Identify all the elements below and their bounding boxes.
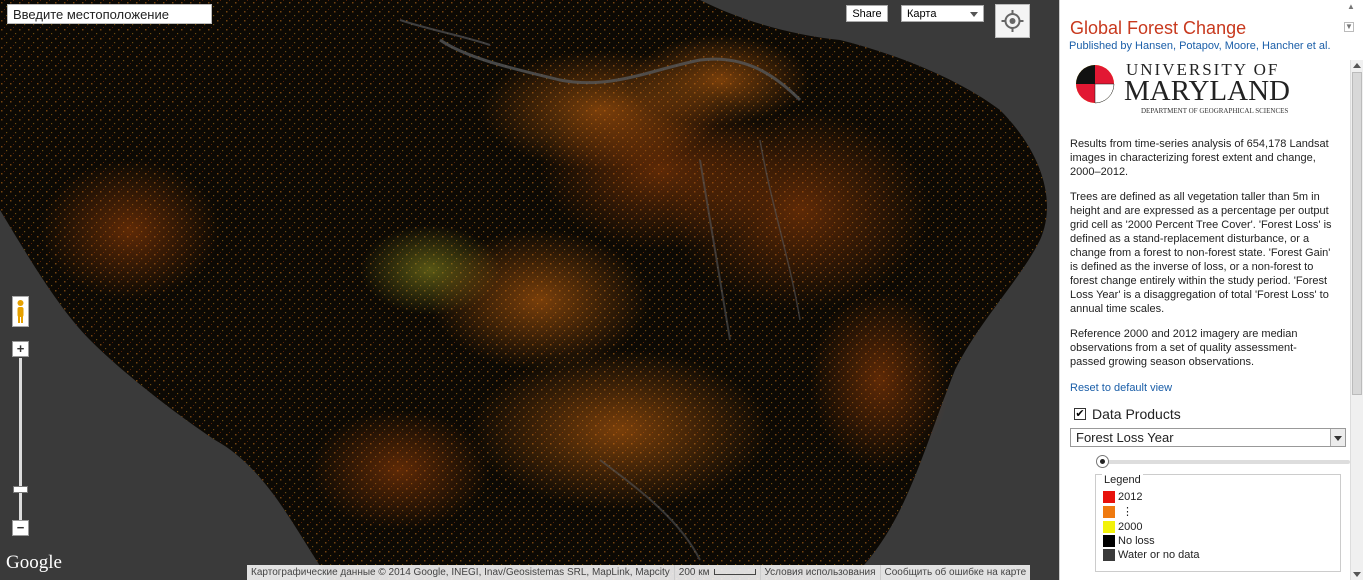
street-view-pegman[interactable] <box>12 296 29 327</box>
data-product-value: Forest Loss Year <box>1076 430 1174 445</box>
legend-label: 2012 <box>1118 491 1143 503</box>
description-paragraph: Results from time-series analysis of 654… <box>1070 138 1329 178</box>
legend-item: 2000 <box>1103 520 1142 534</box>
terms-link[interactable]: Условия использования <box>761 565 881 580</box>
data-product-select[interactable]: Forest Loss Year <box>1070 428 1346 447</box>
panel-title: Global Forest Change <box>1070 18 1247 38</box>
zoom-in-button[interactable]: + <box>12 341 29 357</box>
legend-title: Legend <box>1102 474 1143 486</box>
loss-region <box>810 290 950 470</box>
legend-item: Water or no data <box>1103 548 1200 562</box>
description-paragraph: Reference 2000 and 2012 imagery are medi… <box>1070 328 1298 368</box>
legend-item: 2012 <box>1103 490 1142 504</box>
data-products-label: Data Products <box>1092 406 1181 422</box>
legend-item: ⋮ <box>1103 505 1133 519</box>
legend-swatch <box>1103 521 1115 533</box>
zoom-slider-track[interactable] <box>19 358 22 520</box>
loss-region <box>470 350 770 510</box>
scale-bar <box>713 569 756 576</box>
loss-region <box>310 410 490 530</box>
legend-swatch <box>1103 506 1115 518</box>
locate-button[interactable] <box>995 4 1030 38</box>
map-attribution: Картографические данные © 2014 Google, I… <box>247 565 1031 580</box>
location-search-input[interactable]: Введите местоположение <box>7 4 212 24</box>
university-logo[interactable]: UNIVERSITY OF MARYLAND DEPARTMENT OF GEO… <box>1074 60 1324 118</box>
legend-label: 2000 <box>1118 521 1143 533</box>
panel-close-icon[interactable]: ▲ <box>1347 2 1355 12</box>
info-panel: ▲ ▼ Global Forest Change Published by Ha… <box>1059 0 1363 580</box>
scroll-down-icon[interactable] <box>1353 572 1361 577</box>
legend-label: No loss <box>1118 535 1155 547</box>
forest-change-layer <box>0 0 1047 580</box>
map-view[interactable]: Введите местоположение Share Карта + − G… <box>0 0 1059 580</box>
data-products-checkbox[interactable]: ✔ <box>1074 408 1086 420</box>
legend: Legend 2012 ⋮ 2000 No loss Water or no d… <box>1095 474 1341 572</box>
legend-swatch <box>1103 549 1115 561</box>
chevron-down-icon <box>1330 429 1345 446</box>
chevron-down-icon <box>970 12 978 17</box>
share-button[interactable]: Share <box>846 5 888 22</box>
panel-scrollbar[interactable] <box>1350 60 1363 580</box>
loss-region <box>430 230 650 370</box>
scale-indicator: 200 км <box>675 565 761 580</box>
crosshair-icon <box>1001 10 1024 32</box>
legend-swatch <box>1103 535 1115 547</box>
published-by-link[interactable]: Published by Hansen, Potapov, Moore, Han… <box>1069 40 1331 52</box>
logo-line-3: DEPARTMENT OF GEOGRAPHICAL SCIENCES <box>1141 107 1289 115</box>
zoom-slider-thumb[interactable] <box>13 486 28 493</box>
legend-label: ⋮ <box>1122 506 1133 518</box>
map-data-credit: Картографические данные © 2014 Google, I… <box>247 565 675 580</box>
opacity-slider-track[interactable] <box>1100 460 1350 464</box>
zoom-out-button[interactable]: − <box>12 520 29 536</box>
loss-region <box>40 160 220 300</box>
reset-default-view-link[interactable]: Reset to default view <box>1070 382 1172 394</box>
logo-line-2: MARYLAND <box>1124 75 1290 107</box>
pegman-icon <box>17 300 24 323</box>
legend-label: Water or no data <box>1118 549 1200 561</box>
report-error-link[interactable]: Сообщить об ошибке на карте <box>881 565 1031 580</box>
scroll-up-icon[interactable] <box>1353 63 1361 68</box>
legend-item: No loss <box>1103 534 1155 548</box>
description-paragraph: Trees are defined as all vegetation tall… <box>1070 191 1332 315</box>
map-type-value: Карта <box>907 8 937 20</box>
map-type-select[interactable]: Карта <box>901 5 984 22</box>
panel-collapse-icon[interactable]: ▼ <box>1344 22 1354 32</box>
legend-swatch <box>1103 491 1115 503</box>
google-logo[interactable]: Google <box>6 552 62 574</box>
opacity-slider-knob[interactable] <box>1096 455 1109 468</box>
scale-label: 200 км <box>678 567 710 578</box>
scrollbar-thumb[interactable] <box>1352 72 1362 395</box>
